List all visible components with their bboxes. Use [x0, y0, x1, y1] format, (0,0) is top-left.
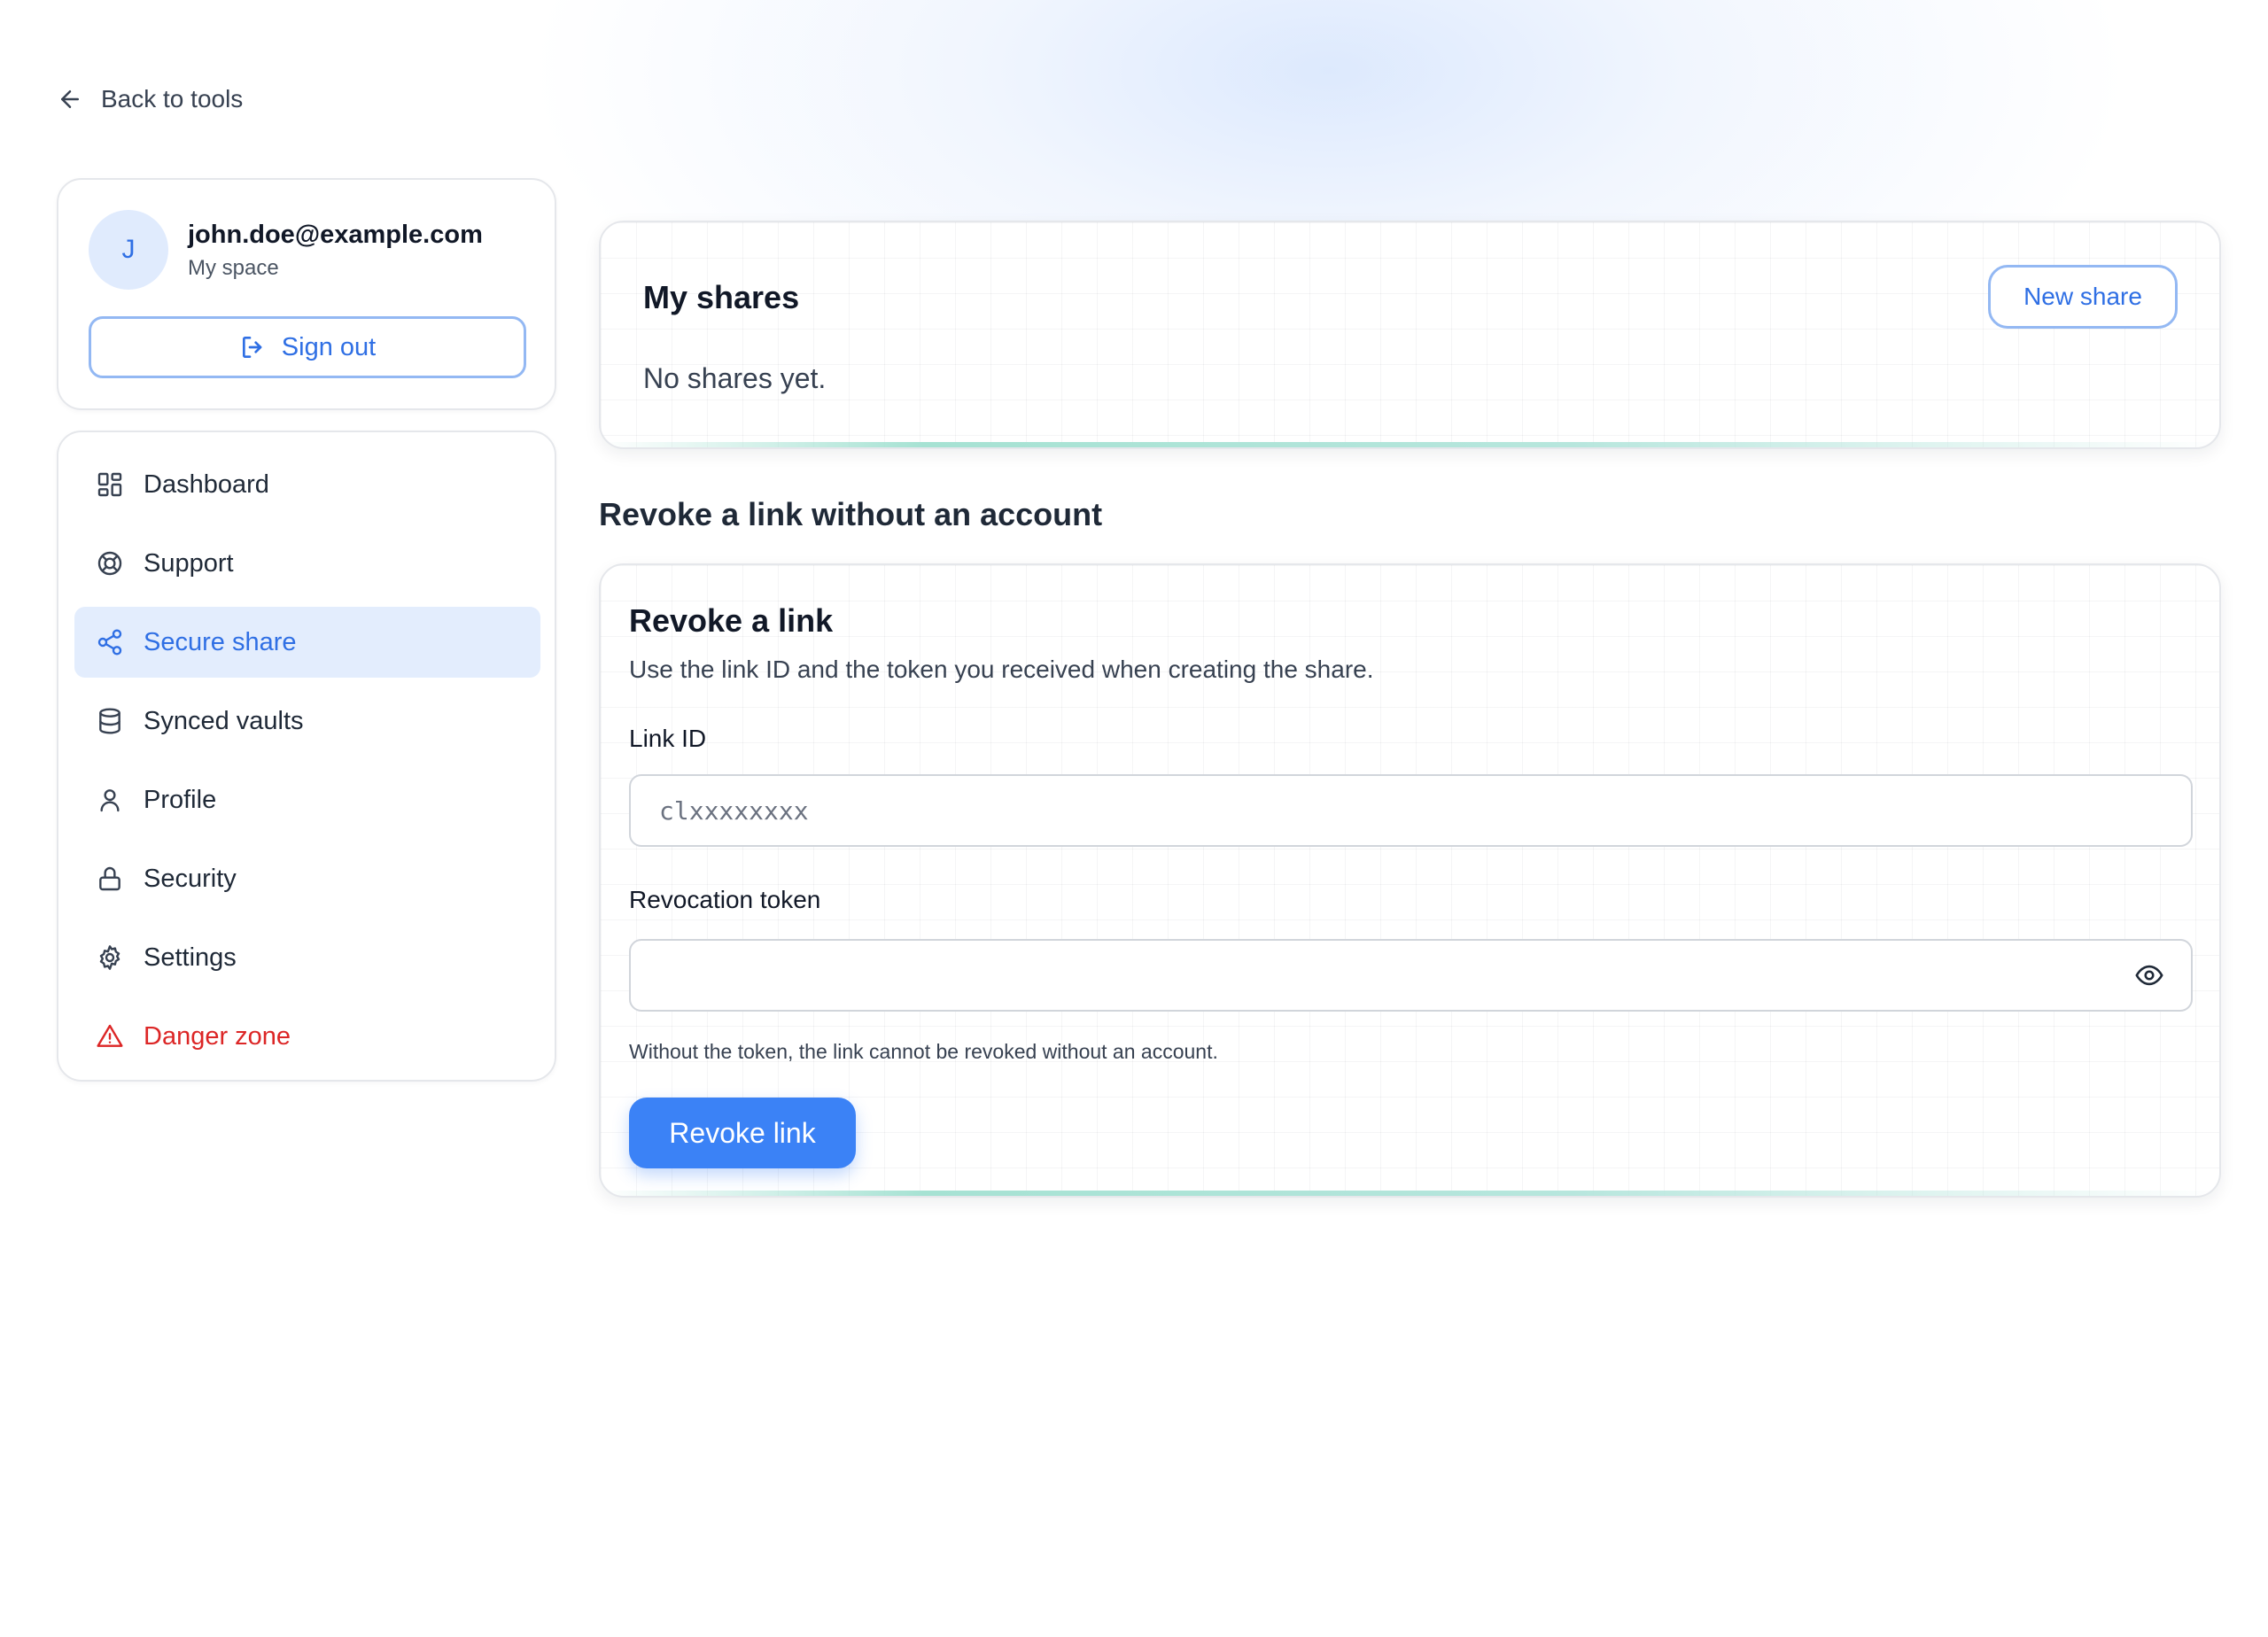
database-icon: [99, 708, 120, 734]
sidebar-item-label: Profile: [144, 785, 217, 814]
sidebar-item-label: Security: [144, 864, 237, 893]
sidebar-item-dashboard[interactable]: Dashboard: [74, 449, 540, 520]
account-card: J john.doe@example.com My space Sign out: [57, 178, 556, 410]
gear-icon: [99, 945, 120, 970]
sidebar-item-label: Secure share: [144, 627, 297, 656]
revoke-link-button[interactable]: Revoke link: [629, 1098, 856, 1168]
sidebar-item-label: Danger zone: [144, 1021, 291, 1051]
revocation-token-label: Revocation token: [629, 886, 821, 913]
lock-icon: [99, 866, 120, 891]
revoke-card-description: Use the link ID and the token you receiv…: [629, 656, 1374, 683]
sidebar-item-label: Dashboard: [144, 469, 269, 499]
token-help-text: Without the token, the link cannot be re…: [629, 1040, 1218, 1063]
eye-icon: [2135, 965, 2163, 986]
my-shares-card: My shares No shares yet. New share: [599, 221, 2221, 449]
sign-out-button[interactable]: Sign out: [89, 316, 526, 378]
card-accent-line: [601, 442, 2219, 447]
arrow-left-icon: [61, 90, 79, 108]
sidebar-item-support[interactable]: Support: [74, 528, 540, 599]
sidebar-item-label: Synced vaults: [144, 706, 304, 735]
revoke-section-heading: Revoke a link without an account: [599, 496, 1103, 532]
sidebar-item-secure-share[interactable]: Secure share: [74, 607, 540, 678]
user-icon: [100, 789, 120, 812]
sidebar-item-security[interactable]: Security: [74, 843, 540, 914]
sidebar-item-profile[interactable]: Profile: [74, 764, 540, 835]
lifebuoy-icon: [97, 551, 122, 576]
account-email: john.doe@example.com: [188, 221, 483, 249]
warning-icon: [97, 1024, 123, 1047]
sign-out-icon: [242, 337, 262, 358]
back-to-tools-label: Back to tools: [101, 85, 244, 112]
sign-out-label: Sign out: [281, 332, 377, 361]
avatar: J: [89, 210, 168, 290]
revocation-token-input[interactable]: [629, 939, 2193, 1012]
grid-background: [601, 222, 2219, 447]
account-space: My space: [188, 256, 279, 280]
revoke-link-card: Revoke a link Use the link ID and the to…: [599, 563, 2221, 1198]
toggle-token-visibility-button[interactable]: [2133, 959, 2165, 991]
link-id-label: Link ID: [629, 725, 707, 752]
dashboard-icon: [97, 472, 122, 497]
my-shares-title: My shares: [643, 279, 800, 315]
revoke-card-title: Revoke a link: [629, 602, 834, 639]
card-accent-line: [601, 1191, 2219, 1196]
sidebar-item-synced-vaults[interactable]: Synced vaults: [74, 686, 540, 756]
share-icon: [97, 629, 122, 656]
sidebar-item-label: Support: [144, 548, 234, 578]
sidebar-item-label: Settings: [144, 943, 237, 972]
link-id-input[interactable]: [629, 774, 2193, 847]
no-shares-message: No shares yet.: [643, 362, 827, 394]
sidebar-nav: Dashboard Support Secure share Synced va…: [57, 431, 556, 1082]
sidebar-item-danger-zone[interactable]: Danger zone: [74, 1001, 540, 1072]
back-to-tools-link[interactable]: Back to tools: [57, 85, 243, 113]
sidebar-item-settings[interactable]: Settings: [74, 922, 540, 993]
new-share-button[interactable]: New share: [1988, 265, 2178, 329]
